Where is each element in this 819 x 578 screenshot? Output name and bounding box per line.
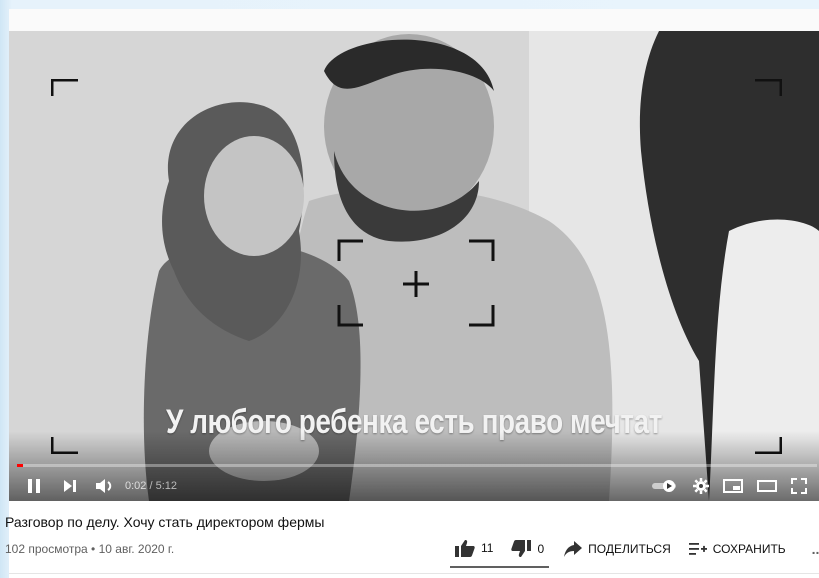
meta-separator: •	[87, 542, 99, 556]
time-duration: 5:12	[155, 480, 178, 492]
more-actions-button[interactable]: ...	[806, 541, 819, 557]
progress-bar[interactable]	[17, 464, 817, 467]
time-current: 0:02	[125, 480, 147, 492]
autoplay-icon	[652, 480, 676, 492]
thumbs-down-icon	[511, 540, 532, 557]
autoplay-toggle[interactable]	[651, 479, 679, 493]
thumbs-up-icon	[455, 540, 475, 557]
next-button[interactable]	[63, 479, 77, 493]
fullscreen-icon	[791, 478, 807, 494]
view-count: 102 просмотра	[5, 542, 88, 556]
upload-date: 10 авг. 2020 г.	[98, 542, 175, 556]
like-button[interactable]: 11	[455, 539, 493, 559]
gear-icon	[693, 478, 709, 494]
next-icon	[64, 480, 76, 492]
dislike-button[interactable]: 0	[511, 540, 544, 558]
more-label: ...	[811, 541, 819, 557]
miniplayer-icon	[723, 479, 743, 493]
pause-icon	[28, 479, 40, 493]
pause-button[interactable]	[27, 478, 41, 494]
share-button[interactable]: ПОДЕЛИТЬСЯ	[564, 541, 671, 557]
settings-button[interactable]	[693, 478, 709, 494]
save-label: СОХРАНИТЬ	[712, 542, 786, 556]
playlist-add-icon	[688, 543, 707, 555]
progress-played	[17, 464, 23, 467]
focus-box-icon	[337, 239, 495, 327]
like-count: 11	[481, 541, 494, 555]
top-strip	[9, 9, 819, 31]
volume-icon	[96, 479, 112, 493]
save-button[interactable]: СОХРАНИТЬ	[688, 542, 786, 556]
theater-mode-button[interactable]	[757, 479, 777, 493]
player-controls: 0:02 / 5:12	[9, 471, 819, 501]
viewfinder-corner-top-right	[755, 79, 782, 96]
dislike-count: 0	[537, 542, 545, 556]
right-controls	[651, 478, 807, 494]
time-display: 0:02 / 5:12	[125, 480, 177, 492]
time-separator: /	[146, 480, 156, 492]
video-meta: 102 просмотра • 10 авг. 2020 г.	[5, 542, 174, 556]
theater-icon	[757, 480, 777, 492]
volume-button[interactable]	[95, 478, 115, 494]
video-player[interactable]: У любого ребенка есть право мечтат 0:02 …	[9, 31, 819, 501]
sentiment-bar-fill	[450, 566, 549, 568]
divider	[9, 573, 819, 574]
share-label: ПОДЕЛИТЬСЯ	[588, 542, 671, 556]
page-frame: У любого ребенка есть право мечтат 0:02 …	[5, 9, 819, 578]
fullscreen-button[interactable]	[791, 478, 807, 494]
video-actions: 11 0 ПОДЕЛИТЬСЯ СОХРАНИТЬ ...	[455, 539, 819, 559]
sentiment-bar	[450, 566, 549, 568]
share-icon	[564, 541, 583, 557]
viewfinder-corner-top-left	[51, 79, 78, 96]
video-title: Разговор по делу. Хочу стать директором …	[5, 514, 325, 530]
miniplayer-button[interactable]	[723, 479, 743, 493]
